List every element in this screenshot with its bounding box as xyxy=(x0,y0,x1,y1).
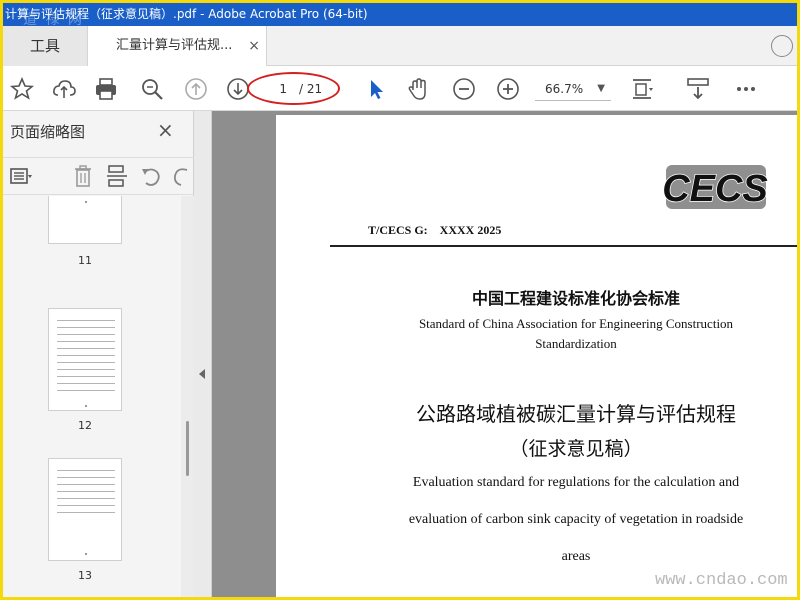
tab-bar: 工具 汇量计算与评估规... × xyxy=(3,26,797,67)
watermark-bottom: www.cndao.com xyxy=(655,571,788,590)
page-thumbnail[interactable] xyxy=(48,458,122,561)
thumbnail-label: 12 xyxy=(78,419,92,432)
tab-document[interactable]: 汇量计算与评估规... × xyxy=(87,26,267,67)
zoom-level-value: 66.7% xyxy=(545,82,584,96)
page-fit-icon[interactable] xyxy=(629,76,655,102)
thumbnail-options-icon[interactable] xyxy=(9,164,33,188)
highlight-ellipse xyxy=(247,72,340,105)
select-cursor-icon[interactable] xyxy=(363,76,389,102)
undo-icon[interactable] xyxy=(139,164,163,188)
zoom-out-icon[interactable] xyxy=(451,76,477,102)
tab-close-icon[interactable]: × xyxy=(248,26,260,66)
panel-close-icon[interactable]: × xyxy=(157,118,174,142)
tab-document-label: 汇量计算与评估规... xyxy=(116,38,233,53)
redo-icon[interactable] xyxy=(169,164,193,188)
more-options-icon[interactable] xyxy=(733,76,759,102)
thumbnail-label: 13 xyxy=(78,569,92,582)
trash-icon[interactable] xyxy=(71,164,95,188)
hand-tool-icon[interactable] xyxy=(405,76,431,102)
thumbnail-list: 11 12 13 xyxy=(3,196,181,597)
bookmark-star-icon[interactable] xyxy=(9,76,35,102)
print-icon[interactable] xyxy=(93,76,119,102)
association-name-en-line1: Standard of China Association for Engine… xyxy=(418,316,734,331)
thumb-page-mark xyxy=(85,405,87,407)
main-toolbar: 1 / 21 66.7% ▼ xyxy=(3,66,797,111)
watermark-top: 道 禄 网 xyxy=(23,12,84,26)
scroll-mode-icon[interactable] xyxy=(685,76,711,102)
insert-page-icon[interactable] xyxy=(105,164,129,188)
header-rule xyxy=(330,245,797,247)
document-title-cn: 公路路域植被碳汇量计算与评估规程 xyxy=(416,402,736,426)
thumb-text-lines xyxy=(57,317,115,397)
thumbnail-scrollbar[interactable] xyxy=(181,196,194,597)
logo-text: CECS xyxy=(662,168,768,210)
help-icon[interactable] xyxy=(771,35,793,57)
document-viewer: CECS T/CECS G: XXXX 2025 中国工程建设标准化协会标准 S… xyxy=(212,111,797,597)
thumbnail-label: 11 xyxy=(78,254,92,267)
tab-tools[interactable]: 工具 xyxy=(3,26,87,66)
title-bar: 计算与评估规程（征求意见稿）.pdf - Adobe Acrobat Pro (… xyxy=(3,3,797,26)
chevron-down-icon: ▼ xyxy=(597,83,605,94)
panel-collapse-bar[interactable] xyxy=(194,111,212,597)
document-title-en-line1: Evaluation standard for regulations for … xyxy=(412,475,740,490)
chevron-left-icon xyxy=(199,369,205,379)
zoom-search-icon[interactable] xyxy=(139,76,165,102)
document-subtitle-cn: （征求意见稿） xyxy=(509,438,643,460)
document-title-en-line3: areas xyxy=(561,549,591,564)
previous-page-icon[interactable] xyxy=(183,76,209,102)
thumb-text-lines xyxy=(57,467,115,517)
page-thumbnail[interactable] xyxy=(48,196,122,244)
thumbnail-panel: 页面缩略图 × 11 12 13 xyxy=(3,111,194,597)
association-name-cn: 中国工程建设标准化协会标准 xyxy=(471,289,680,308)
zoom-level-dropdown[interactable]: 66.7% ▼ xyxy=(535,77,611,101)
document-title-en-line2: evaluation of carbon sink capacity of ve… xyxy=(408,512,744,527)
association-name-en-line2: Standardization xyxy=(535,336,617,351)
panel-title: 页面缩略图 xyxy=(10,123,86,141)
cloud-upload-icon[interactable] xyxy=(51,76,77,102)
document-page: CECS T/CECS G: XXXX 2025 中国工程建设标准化协会标准 S… xyxy=(276,115,797,597)
thumb-page-mark xyxy=(85,553,87,555)
thumb-page-mark xyxy=(85,201,87,203)
thumbnail-toolbar xyxy=(3,157,194,195)
standard-code: T/CECS G: XXXX 2025 xyxy=(368,223,502,237)
page-thumbnail[interactable] xyxy=(48,308,122,411)
zoom-in-icon[interactable] xyxy=(495,76,521,102)
app-window: 计算与评估规程（征求意见稿）.pdf - Adobe Acrobat Pro (… xyxy=(3,3,797,597)
scrollbar-thumb[interactable] xyxy=(186,421,189,476)
cecs-logo: CECS xyxy=(661,165,769,211)
